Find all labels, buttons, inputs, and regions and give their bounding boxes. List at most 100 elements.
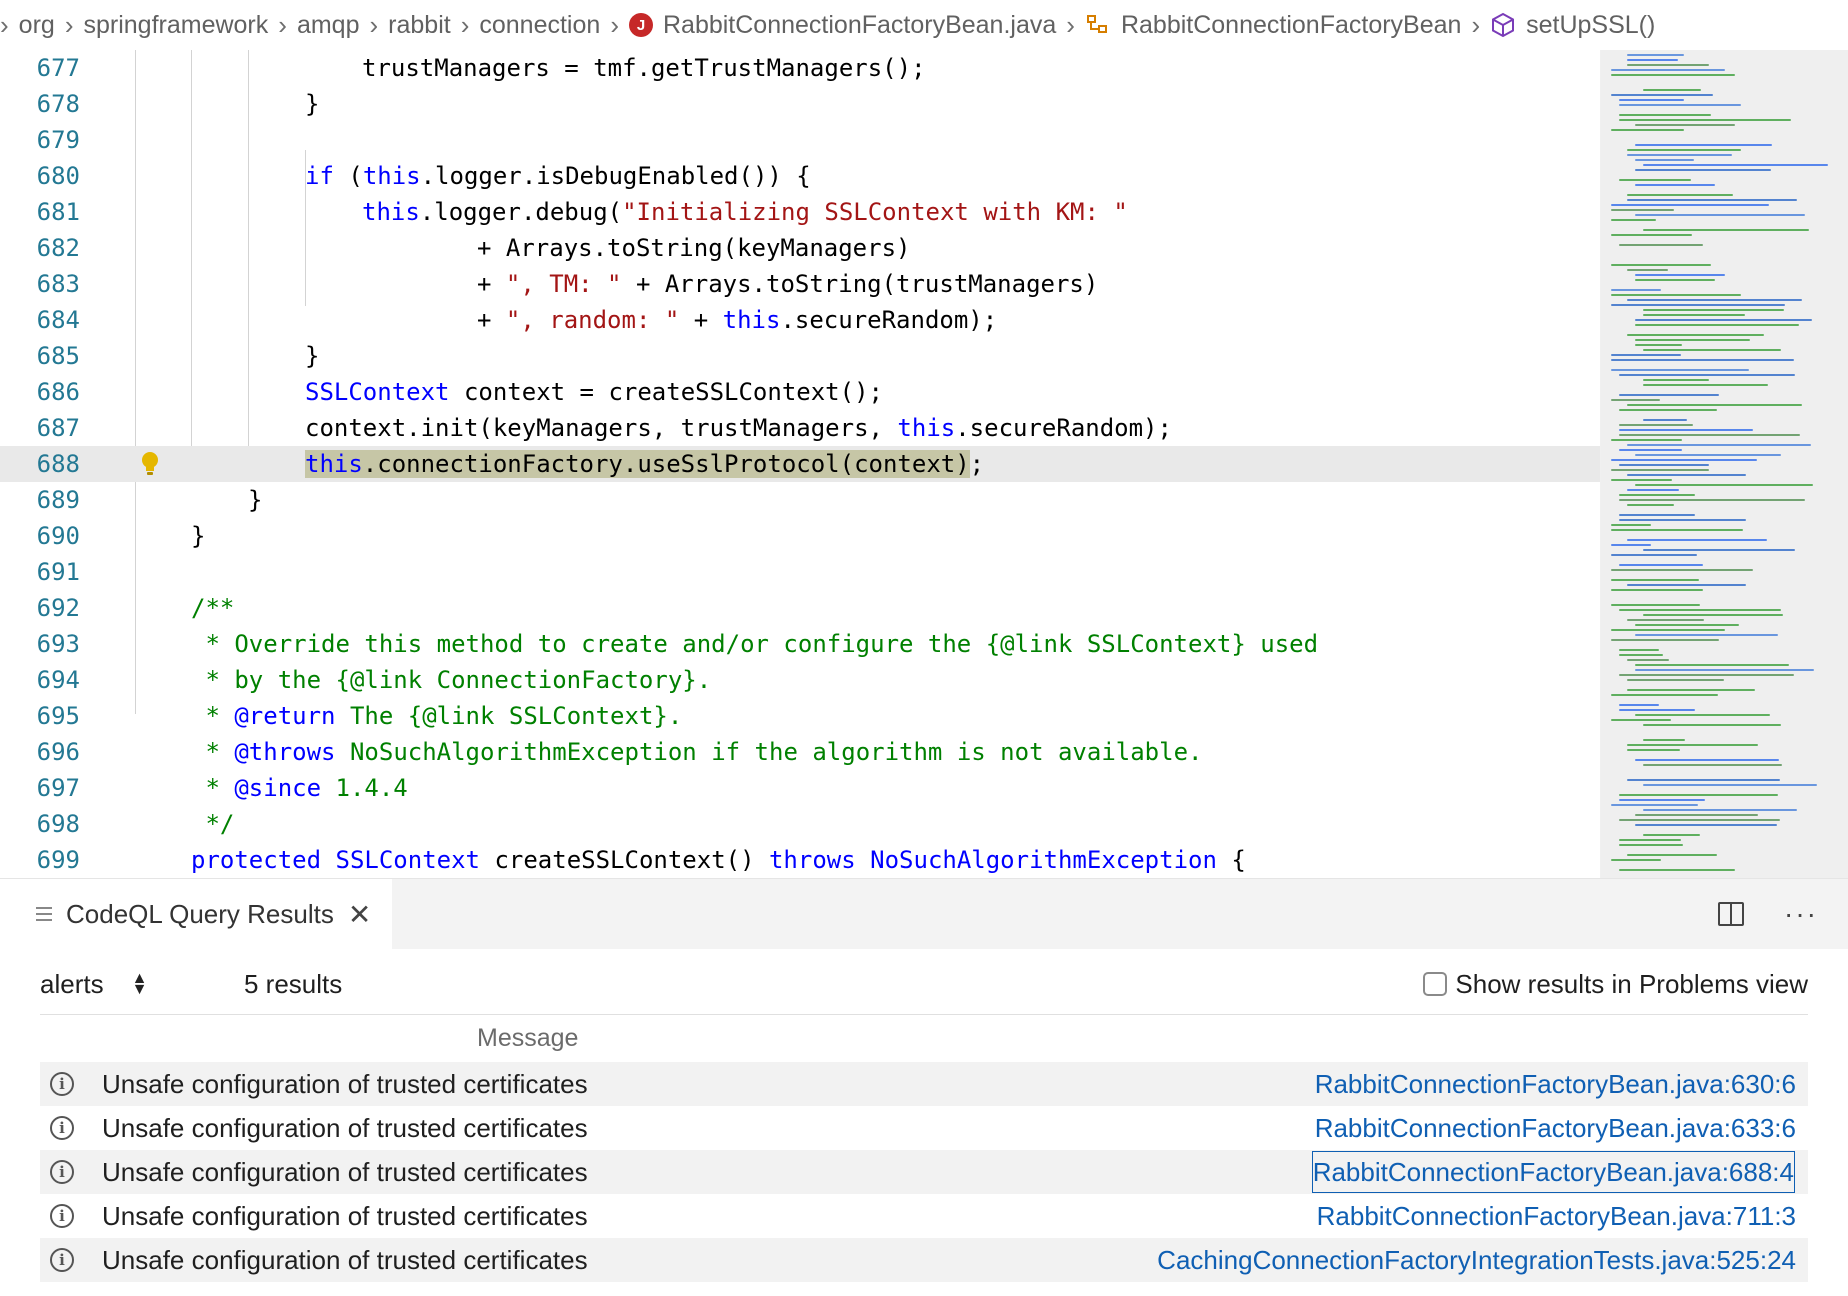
code-text: + ", random: " + this.secureRandom); (477, 302, 997, 338)
minimap-line (1627, 59, 1678, 61)
line-number: 685 (36, 342, 80, 370)
minimap-line (1611, 544, 1651, 546)
results-table-header: Message (40, 1014, 1808, 1060)
breadcrumb-item-connection[interactable]: connection (479, 11, 600, 40)
minimap-line (1611, 399, 1660, 401)
comment-text: * by the {@link ConnectionFactory}. (191, 666, 712, 694)
result-row[interactable]: i Unsafe configuration of trusted certif… (40, 1150, 1808, 1194)
minimap-line (1627, 54, 1684, 56)
minimap-line (1635, 454, 1781, 456)
result-location-link[interactable]: RabbitConnectionFactoryBean.java:630:6 (1315, 1062, 1796, 1106)
code-text: } (305, 90, 320, 118)
keyword-token: if (305, 162, 334, 190)
chevron-right-icon: › (369, 9, 379, 40)
result-row[interactable]: i Unsafe configuration of trusted certif… (40, 1238, 1808, 1282)
line-number: 699 (36, 846, 80, 874)
keyword-token: this (362, 162, 421, 190)
code-text: if (this.logger.isDebugEnabled()) { (305, 158, 811, 194)
comment-text: /** (191, 594, 235, 622)
minimap-line (1643, 739, 1685, 741)
problems-checkbox[interactable] (1423, 972, 1448, 996)
type-token: SSLContext (305, 378, 450, 406)
line-number: 698 (36, 810, 80, 838)
lightbulb-icon[interactable] (140, 451, 160, 477)
result-location-link[interactable]: CachingConnectionFactoryIntegrationTests… (1157, 1238, 1796, 1282)
code-token: context.init(keyManagers, trustManagers, (305, 414, 898, 442)
doc-tag-token: @return (234, 702, 336, 730)
breadcrumb-item-class[interactable]: RabbitConnectionFactoryBean (1121, 11, 1461, 40)
results-controls: alerts ▲ ▼ 5 results Show results in Prob… (40, 959, 1808, 1009)
comment-text: * @since 1.4.4 (191, 770, 407, 806)
method-cube-icon (1490, 12, 1516, 38)
info-icon: i (50, 1116, 74, 1140)
code-token: ( (333, 162, 363, 190)
minimap-line (1635, 324, 1799, 326)
minimap-line (1619, 449, 1682, 451)
minimap-line (1619, 869, 1735, 871)
result-row[interactable]: i Unsafe configuration of trusted certif… (40, 1194, 1808, 1238)
minimap-line (1619, 514, 1695, 516)
breadcrumb-item-org[interactable]: org (19, 11, 55, 40)
result-set-select[interactable]: alerts ▲ ▼ (40, 969, 190, 1000)
code-token: + Arrays.toString(trustManagers) (621, 270, 1099, 298)
result-location-link[interactable]: RabbitConnectionFactoryBean.java:633:6 (1315, 1106, 1796, 1150)
minimap[interactable] (1600, 50, 1848, 878)
minimap-line (1619, 794, 1778, 796)
minimap-line (1635, 664, 1789, 666)
result-row[interactable]: i Unsafe configuration of trusted certif… (40, 1062, 1808, 1106)
more-actions-icon[interactable]: ··· (1784, 898, 1818, 930)
minimap-line (1627, 404, 1802, 406)
breadcrumb-item-springframework[interactable]: springframework (83, 11, 268, 40)
minimap-line (1635, 344, 1682, 346)
line-number: 688 (36, 450, 80, 478)
breadcrumb-item-file[interactable]: RabbitConnectionFactoryBean.java (663, 11, 1056, 40)
minimap-line (1611, 369, 1749, 371)
minimap-line (1611, 629, 1725, 631)
breadcrumb-item-rabbit[interactable]: rabbit (388, 11, 451, 40)
java-file-icon: J (628, 13, 653, 37)
column-header-message[interactable]: Message (477, 1015, 578, 1061)
code-token: ; (969, 450, 985, 478)
minimap-line (1619, 429, 1753, 431)
minimap-line (1611, 439, 1682, 441)
breadcrumb-item-method[interactable]: setUpSSL() (1526, 11, 1655, 40)
chevron-right-icon: › (278, 9, 287, 40)
comment-text: * @return The {@link SSLContext}. (191, 698, 682, 734)
minimap-line (1619, 654, 1663, 656)
code-text: + Arrays.toString(keyManagers) (477, 234, 911, 262)
minimap-line (1627, 679, 1724, 681)
code-line: 698 */ (0, 806, 1600, 842)
minimap-line (1635, 759, 1779, 761)
code-token: .secureRandom); (955, 414, 1172, 442)
info-icon: i (50, 1160, 74, 1184)
result-message: Unsafe configuration of trusted certific… (102, 1245, 588, 1275)
chevron-right-icon: › (64, 9, 74, 40)
result-row[interactable]: i Unsafe configuration of trusted certif… (40, 1106, 1808, 1150)
minimap-line (1635, 714, 1770, 716)
show-in-problems-toggle[interactable]: Show results in Problems view (1423, 969, 1808, 1000)
line-number: 678 (36, 90, 80, 118)
minimap-line (1619, 409, 1717, 411)
close-icon[interactable]: ✕ (348, 898, 371, 931)
chevron-right-icon: › (1471, 9, 1481, 40)
keyword-token: throws (768, 846, 856, 874)
minimap-line (1627, 584, 1746, 586)
result-location-link[interactable]: RabbitConnectionFactoryBean.java:711:3 (1317, 1194, 1796, 1238)
breadcrumb-item-amqp[interactable]: amqp (297, 11, 360, 40)
minimap-line (1643, 349, 1781, 351)
keyword-token: this (305, 450, 363, 478)
split-editor-icon[interactable] (1718, 902, 1745, 926)
result-location-link[interactable]: RabbitConnectionFactoryBean.java:688:4 (1311, 1150, 1796, 1194)
result-count: 5 results (244, 968, 343, 999)
tab-codeql-query-results[interactable]: CodeQL Query Results ✕ (0, 879, 392, 949)
minimap-line (1619, 704, 1659, 706)
result-message: Unsafe configuration of trusted certific… (102, 1201, 588, 1231)
tab-title: CodeQL Query Results (66, 898, 334, 929)
minimap-line (1619, 709, 1695, 711)
code-editor[interactable]: 677 trustManagers = tmf.getTrustManagers… (0, 50, 1848, 878)
code-line: 681 this.logger.debug("Initializing SSLC… (0, 194, 1600, 230)
code-text: SSLContext context = createSSLContext(); (305, 374, 883, 410)
minimap-line (1619, 499, 1805, 501)
code-token: + (477, 306, 506, 334)
code-text: protected SSLContext createSSLContext() … (191, 842, 1246, 878)
